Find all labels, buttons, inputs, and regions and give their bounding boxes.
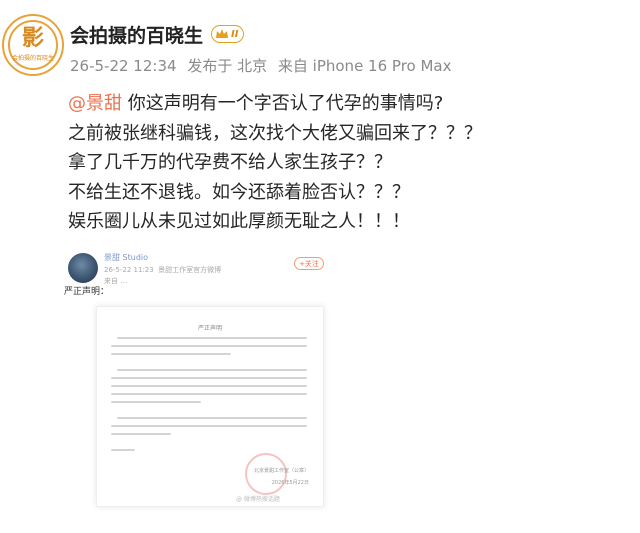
doc-line <box>111 433 171 435</box>
doc-line <box>111 353 231 355</box>
post-device: 来自 iPhone 16 Pro Max <box>277 57 452 75</box>
embed-date-text: 26-5-22 11:23 <box>104 266 154 274</box>
doc-line <box>111 385 307 387</box>
doc-line <box>111 377 307 379</box>
doc-seal <box>245 453 287 495</box>
mention-link[interactable]: @景甜 <box>68 93 122 114</box>
avatar-emblem: 影 会拍摄的百晓生 <box>8 20 58 70</box>
avatar-char: 影 <box>21 26 44 51</box>
crown-icon <box>216 29 229 38</box>
watermark: @ 微博热搜话题 <box>236 496 280 503</box>
post-line-5: 娱乐圈儿从未见过如此厚颜无耻之人！！！ <box>68 211 410 232</box>
name-row: 会拍摄的百晓生 II <box>70 20 245 48</box>
avatar-subtitle: 会拍摄的百晓生 <box>11 55 54 62</box>
doc-line <box>111 425 307 427</box>
post-line-4: 不给生还不退钱。如今还舔着脸否认？？？ <box>68 181 410 203</box>
post-body: @景甜 你这声明有一个字否认了代孕的事情吗? 之前被张继科骗钱，这次找个大佬又骗… <box>68 89 628 237</box>
post-meta: 26-5-22 12:34 发布于 北京 来自 iPhone 16 Pro Ma… <box>70 55 458 76</box>
post-date: 26-5-22 12:34 <box>70 57 177 75</box>
statement-document: 严正声明 北京景甜工作室（公章） 2026年5月22日 <box>96 306 324 507</box>
doc-line <box>111 401 201 403</box>
embed-date: 26-5-22 11:23 景甜工作室官方微博 <box>104 265 221 275</box>
user-avatar[interactable]: 影 会拍摄的百晓生 <box>2 14 64 76</box>
post-line-3: 拿了几千万的代孕费不给人家生孩子？？ <box>68 152 392 173</box>
post-location: 发布于 北京 <box>187 57 268 75</box>
doc-date: 2026年5月22日 <box>271 480 309 486</box>
follow-button: +关注 <box>294 257 324 270</box>
doc-sign: 北京景甜工作室（公章） <box>253 468 309 474</box>
vip-badge[interactable]: II <box>211 25 245 43</box>
embed-text: 严正声明： <box>64 287 110 297</box>
username[interactable]: 会拍摄的百晓生 <box>70 21 203 48</box>
vip-level: II <box>231 28 239 40</box>
post-line-1: @景甜 你这声明有一个字否认了代孕的事情吗? <box>68 89 628 119</box>
doc-title: 严正声明 <box>197 325 222 332</box>
embed-avatar <box>68 253 98 283</box>
post-line-1-text: 你这声明有一个字否认了代孕的事情吗? <box>122 93 444 114</box>
embed-source: 景甜工作室官方微博 <box>158 266 222 274</box>
embed-username: 景甜 Studio <box>104 253 149 262</box>
post-line-2: 之前被张继科骗钱，这次找个大佬又骗回来了？？？ <box>68 122 482 144</box>
doc-line <box>111 393 307 395</box>
doc-line <box>111 345 307 347</box>
doc-line <box>117 369 307 371</box>
doc-line <box>117 337 307 339</box>
embedded-post-image[interactable]: 景甜 Studio 26-5-22 11:23 景甜工作室官方微博 来自 … +… <box>56 240 622 533</box>
doc-line <box>111 449 135 451</box>
doc-line <box>117 417 307 419</box>
